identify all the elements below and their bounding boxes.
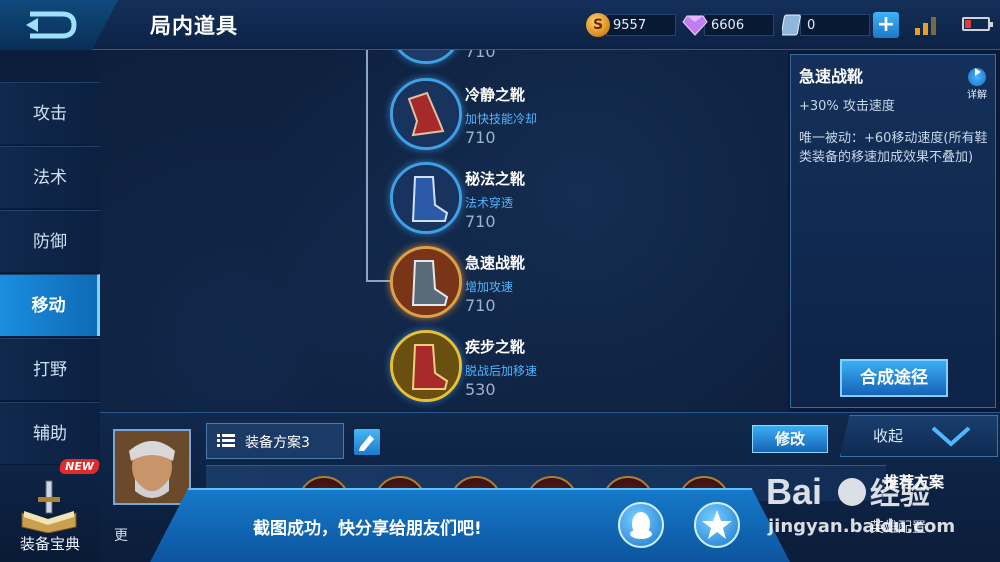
tree-connector bbox=[366, 280, 392, 282]
chevron-down-icon bbox=[931, 426, 971, 447]
item-name: 冷静之靴 bbox=[465, 86, 526, 104]
gold-amount: 9557 bbox=[606, 14, 676, 36]
item-price: 710 bbox=[465, 212, 496, 231]
back-button[interactable] bbox=[0, 0, 118, 50]
new-badge: NEW bbox=[58, 459, 101, 474]
play-icon bbox=[968, 68, 986, 86]
synthesis-path-button[interactable]: 合成途径 bbox=[840, 359, 948, 397]
detail-passive: 唯一被动：+60移动速度(所有鞋类装备的移速加成效果不叠加) bbox=[799, 131, 988, 165]
share-message: 截图成功，快分享给朋友们吧! bbox=[253, 519, 482, 539]
item-desc: 加快技能冷却 bbox=[465, 112, 538, 126]
build-scheme-select[interactable]: 装备方案3 bbox=[206, 423, 344, 459]
page-title: 局内道具 bbox=[150, 14, 238, 38]
item-price: 710 bbox=[465, 128, 496, 147]
item-price: 710 bbox=[465, 50, 496, 61]
collapse-button[interactable]: 收起 bbox=[840, 415, 998, 457]
item-boots-partial[interactable]: 710 bbox=[390, 50, 710, 72]
detail-info-button[interactable]: 详解 bbox=[965, 63, 989, 101]
item-calm-boots[interactable]: 冷静之靴 加快技能冷却 710 bbox=[390, 78, 710, 158]
item-swift-boots[interactable]: 急速战靴 增加攻速 710 bbox=[390, 246, 710, 326]
swiftstep-boots-icon bbox=[390, 330, 462, 402]
recommended-scheme-label[interactable]: 推荐方案 bbox=[884, 471, 944, 492]
item-arcane-boots[interactable]: 秘法之靴 法术穿透 710 bbox=[390, 162, 710, 242]
qq-penguin-icon bbox=[630, 512, 652, 539]
scheme-label: 装备方案3 bbox=[245, 435, 310, 451]
detail-info-label: 详解 bbox=[967, 90, 987, 101]
item-desc: 脱战后加移速 bbox=[465, 364, 538, 378]
tab-magic[interactable]: 法术 bbox=[0, 146, 100, 208]
hero-config-button[interactable]: 英雄配置 bbox=[870, 517, 926, 537]
list-icon bbox=[217, 434, 235, 447]
tab-defense[interactable]: 防御 bbox=[0, 210, 100, 272]
qzone-share-button[interactable] bbox=[694, 502, 740, 548]
tree-connector bbox=[366, 50, 368, 282]
tab-jungle[interactable]: 打野 bbox=[0, 338, 100, 400]
item-name: 疾步之靴 bbox=[465, 338, 526, 356]
item-name: 急速战靴 bbox=[465, 254, 526, 272]
book-sword-icon bbox=[21, 480, 77, 533]
detail-stat: +30% 攻击速度 bbox=[799, 99, 895, 114]
recharge-plus-button[interactable]: + bbox=[873, 12, 899, 38]
calm-boots-icon bbox=[390, 78, 462, 150]
arcane-boots-icon bbox=[390, 162, 462, 234]
item-desc: 增加攻速 bbox=[465, 280, 514, 294]
gold-currency: S 9557 bbox=[586, 13, 676, 37]
item-price: 710 bbox=[465, 296, 496, 315]
qzone-star-icon bbox=[702, 510, 732, 539]
boots-icon bbox=[390, 50, 462, 64]
item-tree-panel: 710 冷静之靴 加快技能冷却 710 秘法之靴 法术穿透 710 急速战靴 增… bbox=[100, 50, 788, 412]
edit-button[interactable] bbox=[354, 429, 380, 455]
battery-icon bbox=[962, 17, 993, 31]
item-swiftstep-boots[interactable]: 疾步之靴 脱战后加移速 530 bbox=[390, 330, 710, 410]
item-price: 530 bbox=[465, 380, 496, 399]
gold-coin-icon: S bbox=[586, 13, 610, 37]
collapse-label: 收起 bbox=[873, 427, 904, 445]
hero-portrait[interactable] bbox=[113, 429, 191, 505]
more-button[interactable]: 更 bbox=[114, 525, 128, 545]
item-desc: 法术穿透 bbox=[465, 196, 514, 210]
voucher-icon bbox=[782, 14, 801, 36]
top-bar: 局内道具 S 9557 6606 0 + bbox=[0, 0, 1000, 50]
signal-icon bbox=[915, 17, 936, 35]
pencil-icon bbox=[359, 435, 374, 451]
share-banner: 截图成功，快分享给朋友们吧! bbox=[150, 488, 790, 562]
tab-attack[interactable]: 攻击 bbox=[0, 82, 100, 144]
item-name: 秘法之靴 bbox=[465, 170, 526, 188]
qq-share-button[interactable] bbox=[618, 502, 664, 548]
back-arrow-icon bbox=[26, 11, 77, 39]
equipment-guide-button[interactable]: NEW 装备宝典 bbox=[0, 459, 101, 562]
diamond-icon bbox=[682, 15, 708, 36]
item-detail-panel: 急速战靴 详解 +30% 攻击速度 唯一被动：+60移动速度(所有鞋类装备的移速… bbox=[790, 54, 996, 408]
voucher-currency: 0 bbox=[782, 13, 870, 37]
tab-movement[interactable]: 移动 bbox=[0, 274, 100, 336]
voucher-amount: 0 bbox=[800, 14, 870, 36]
tab-support[interactable]: 辅助 bbox=[0, 402, 100, 464]
detail-title: 急速战靴 bbox=[799, 67, 864, 86]
modify-button[interactable]: 修改 bbox=[752, 425, 828, 453]
swift-boots-icon bbox=[390, 246, 462, 318]
equipment-guide-label: 装备宝典 bbox=[19, 535, 80, 553]
diamond-currency: 6606 bbox=[682, 13, 774, 37]
diamond-amount: 6606 bbox=[704, 14, 774, 36]
